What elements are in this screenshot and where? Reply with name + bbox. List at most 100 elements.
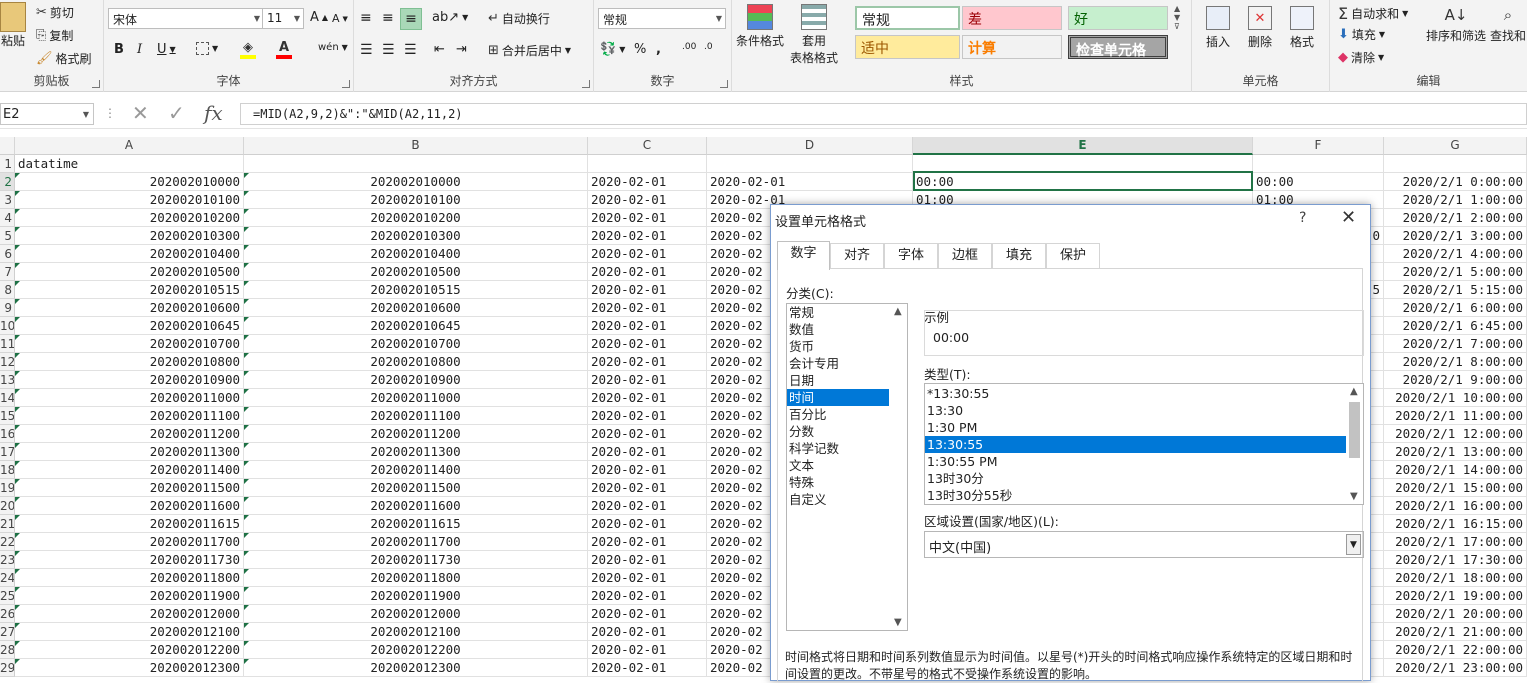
row-header[interactable]: 5 [0, 227, 15, 245]
column-header-a[interactable]: A [15, 137, 244, 155]
row-header[interactable]: 17 [0, 443, 15, 461]
cell-c29[interactable]: 2020-02-01 [588, 659, 707, 677]
border-button[interactable]: ▼ [196, 42, 218, 55]
cell-g16[interactable]: 2020/2/1 12:00:00 [1384, 425, 1527, 443]
cell-c17[interactable]: 2020-02-01 [588, 443, 707, 461]
row-header[interactable]: 23 [0, 551, 15, 569]
row-header[interactable]: 19 [0, 479, 15, 497]
align-bottom-button[interactable]: ≡ [400, 8, 422, 30]
chevron-down-icon[interactable]: ▼ [1346, 534, 1361, 555]
cell-g8[interactable]: 2020/2/1 5:15:00 [1384, 281, 1527, 299]
cell-c12[interactable]: 2020-02-01 [588, 353, 707, 371]
row-header[interactable]: 12 [0, 353, 15, 371]
category-item[interactable]: 文本 [787, 457, 889, 474]
category-item[interactable]: 常规 [787, 304, 889, 321]
insert-button[interactable]: 插入 [1206, 6, 1230, 50]
cell-g27[interactable]: 2020/2/1 21:00:00 [1384, 623, 1527, 641]
cell-b21[interactable]: 202002011615 [244, 515, 588, 533]
category-item[interactable]: 日期 [787, 372, 889, 389]
cell-b10[interactable]: 202002010645 [244, 317, 588, 335]
cell-g26[interactable]: 2020/2/1 20:00:00 [1384, 605, 1527, 623]
number-format-combo[interactable]: 常规 ▼ [598, 8, 726, 29]
cell-g23[interactable]: 2020/2/1 17:30:00 [1384, 551, 1527, 569]
cell-b9[interactable]: 202002010600 [244, 299, 588, 317]
cell-b1[interactable] [244, 155, 588, 173]
cell-b19[interactable]: 202002011500 [244, 479, 588, 497]
close-icon[interactable]: ✕ [1341, 207, 1356, 228]
cell-b13[interactable]: 202002010900 [244, 371, 588, 389]
cell-g1[interactable] [1384, 155, 1527, 173]
column-header-g[interactable]: G [1384, 137, 1527, 155]
tab-protection[interactable]: 保护 [1046, 243, 1100, 269]
type-item[interactable]: 1:30 PM [925, 419, 1346, 436]
cell-c4[interactable]: 2020-02-01 [588, 209, 707, 227]
shrink-font-button[interactable]: A ▼ [332, 12, 348, 25]
cell-b26[interactable]: 202002012000 [244, 605, 588, 623]
row-header[interactable]: 6 [0, 245, 15, 263]
cell-b28[interactable]: 202002012200 [244, 641, 588, 659]
cell-c3[interactable]: 2020-02-01 [588, 191, 707, 209]
cell-a22[interactable]: 202002011700 [15, 533, 244, 551]
category-item[interactable]: 分数 [787, 423, 889, 440]
row-header[interactable]: 1 [0, 155, 15, 173]
cell-b25[interactable]: 202002011900 [244, 587, 588, 605]
cell-g7[interactable]: 2020/2/1 5:00:00 [1384, 263, 1527, 281]
cell-a15[interactable]: 202002011100 [15, 407, 244, 425]
delete-button[interactable]: ✕ 删除 [1248, 6, 1272, 50]
cell-c27[interactable]: 2020-02-01 [588, 623, 707, 641]
category-item[interactable]: 货币 [787, 338, 889, 355]
cell-a2[interactable]: 202002010000 [15, 173, 244, 191]
type-item[interactable]: 13:30 [925, 402, 1346, 419]
decrease-indent-button[interactable]: ⇤ [434, 42, 445, 57]
cell-b11[interactable]: 202002010700 [244, 335, 588, 353]
cell-b4[interactable]: 202002010200 [244, 209, 588, 227]
cell-g22[interactable]: 2020/2/1 17:00:00 [1384, 533, 1527, 551]
type-item[interactable]: 13:30:55 [925, 436, 1346, 453]
conditional-format-button[interactable]: 条件格式 [736, 4, 784, 49]
row-header[interactable]: 11 [0, 335, 15, 353]
cell-g13[interactable]: 2020/2/1 9:00:00 [1384, 371, 1527, 389]
style-bad[interactable]: 差 [962, 6, 1062, 30]
find-select-button[interactable]: ⌕ 查找和 [1490, 6, 1526, 44]
align-middle-button[interactable]: ≡ [382, 10, 394, 26]
dialog-launcher-icon[interactable] [720, 80, 728, 88]
category-item[interactable]: 会计专用 [787, 355, 889, 372]
row-header[interactable]: 27 [0, 623, 15, 641]
cell-c1[interactable] [588, 155, 707, 173]
cut-button[interactable]: ✂ 剪切 [36, 4, 74, 21]
autosum-button[interactable]: Σ 自动求和 ▼ [1338, 4, 1408, 23]
orientation-button[interactable]: ab↗ ▼ [432, 10, 468, 25]
fill-color-button[interactable]: ◈ [240, 40, 256, 59]
enter-icon[interactable]: ✓ [168, 101, 185, 125]
category-list[interactable]: 常规 数值 货币 会计专用 日期 时间 百分比 分数 科学记数 文本 特殊 自定义 ▲ ▼ [786, 303, 908, 631]
percent-button[interactable]: % [634, 42, 646, 57]
type-item[interactable]: 13时30分55秒 [925, 487, 1346, 504]
cell-g3[interactable]: 2020/2/1 1:00:00 [1384, 191, 1527, 209]
help-icon[interactable]: ? [1299, 210, 1306, 226]
cell-d2[interactable]: 2020-02-01 [707, 173, 913, 191]
cell-b16[interactable]: 202002011200 [244, 425, 588, 443]
align-left-button[interactable]: ☰ [360, 42, 373, 58]
cell-b8[interactable]: 202002010515 [244, 281, 588, 299]
insert-function-icon[interactable]: fx [204, 101, 223, 125]
cell-b17[interactable]: 202002011300 [244, 443, 588, 461]
scroll-down-icon[interactable]: ▼ [1350, 491, 1358, 502]
row-header[interactable]: 29 [0, 659, 15, 677]
row-header[interactable]: 18 [0, 461, 15, 479]
cell-c16[interactable]: 2020-02-01 [588, 425, 707, 443]
select-all-corner[interactable] [0, 137, 15, 155]
row-header[interactable]: 20 [0, 497, 15, 515]
cell-a6[interactable]: 202002010400 [15, 245, 244, 263]
cell-b15[interactable]: 202002011100 [244, 407, 588, 425]
row-header[interactable]: 16 [0, 425, 15, 443]
cell-a21[interactable]: 202002011615 [15, 515, 244, 533]
row-header[interactable]: 3 [0, 191, 15, 209]
cell-c22[interactable]: 2020-02-01 [588, 533, 707, 551]
cell-c19[interactable]: 2020-02-01 [588, 479, 707, 497]
cell-g4[interactable]: 2020/2/1 2:00:00 [1384, 209, 1527, 227]
grow-font-button[interactable]: A ▲ [310, 10, 328, 25]
cell-g6[interactable]: 2020/2/1 4:00:00 [1384, 245, 1527, 263]
comma-button[interactable]: , [656, 42, 661, 57]
row-header[interactable]: 26 [0, 605, 15, 623]
styles-scroll[interactable]: ▲ ▼ ⊽ [1174, 4, 1180, 31]
